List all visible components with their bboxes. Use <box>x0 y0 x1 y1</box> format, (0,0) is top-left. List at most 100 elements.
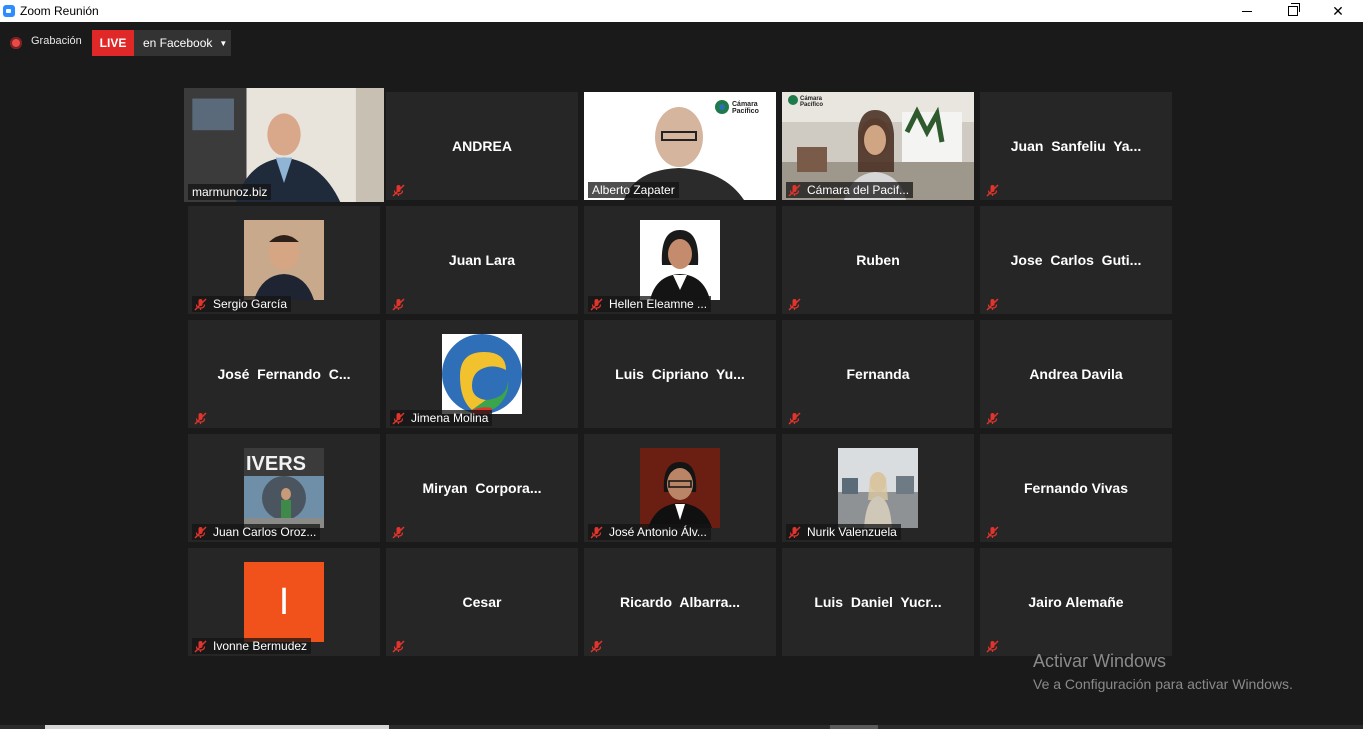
participant-name-label: Hellen Eleamne ... <box>588 296 712 312</box>
mic-muted-icon <box>392 639 405 653</box>
participant-tile[interactable]: ANDREA <box>386 92 578 200</box>
participant-name-center: Fernanda <box>846 366 910 382</box>
participant-tile[interactable]: Miryan Corpora... <box>386 434 578 542</box>
participant-name-center: Juan Lara <box>448 252 516 268</box>
participant-tile[interactable]: Cámara Pacífico Alberto Zapater <box>584 92 776 200</box>
participant-tile[interactable]: Cámara Pacífico Cámara del Pacif... <box>782 92 974 200</box>
participant-name-label <box>984 410 1009 426</box>
participant-tile[interactable]: Fernanda <box>782 320 974 428</box>
scrollbar-thumb[interactable] <box>45 725 389 729</box>
participant-name-center: Jairo Alemañe <box>1028 594 1124 610</box>
participant-tile[interactable]: marmunoz.biz <box>184 88 384 202</box>
minimize-icon <box>1242 10 1252 12</box>
participant-avatar <box>244 220 324 300</box>
participant-name-label: José Antonio Álv... <box>588 524 711 540</box>
recording-bar: Grabación LIVE en Facebook ▼ <box>0 22 1363 64</box>
participant-tile[interactable]: Nurik Valenzuela <box>782 434 974 542</box>
participant-avatar <box>442 334 522 414</box>
participant-name-center: Cesar <box>462 594 502 610</box>
restore-button[interactable] <box>1270 0 1316 22</box>
participant-avatar <box>640 448 720 528</box>
participant-name-label: Nurik Valenzuela <box>786 524 901 540</box>
participant-name-label <box>786 410 811 426</box>
mic-muted-icon <box>788 297 801 311</box>
participant-name: Ivonne Bermudez <box>213 639 308 653</box>
participant-name-label: Sergio García <box>192 296 292 312</box>
restore-icon <box>1288 3 1300 16</box>
participant-avatar <box>640 220 720 300</box>
mic-muted-icon <box>986 297 999 311</box>
participant-tile[interactable]: Jairo Alemañe <box>980 548 1172 656</box>
participant-name-center: Andrea Davila <box>1029 366 1123 382</box>
zoom-icon <box>3 5 15 17</box>
live-destination-dropdown[interactable]: en Facebook ▼ <box>134 30 231 56</box>
participant-name-center: Fernando Vivas <box>1023 480 1128 496</box>
scrollbar-segment[interactable] <box>830 725 878 729</box>
participant-name-center: Miryan Corpora... <box>422 480 542 496</box>
mic-muted-icon <box>788 411 801 425</box>
participant-name: Juan Carlos Oroz... <box>213 525 317 539</box>
svg-text:Pacífico: Pacífico <box>732 108 759 115</box>
window-title: Zoom Reunión <box>20 4 99 18</box>
initial-avatar-letter: I <box>244 562 324 642</box>
participant-name: Jimena Molina <box>411 411 489 425</box>
close-button[interactable]: ✕ <box>1315 0 1361 22</box>
participant-tile[interactable]: Juan Lara <box>386 206 578 314</box>
participant-tile[interactable]: José Fernando C... <box>188 320 380 428</box>
mic-muted-icon <box>392 525 405 539</box>
participant-tile[interactable]: José Antonio Álv... <box>584 434 776 542</box>
svg-text:Cámara: Cámara <box>732 101 758 108</box>
mic-muted-icon <box>986 639 999 653</box>
mic-muted-icon <box>986 183 999 197</box>
participant-name-label <box>390 296 415 312</box>
participant-name: marmunoz.biz <box>192 185 268 199</box>
activation-watermark-title: Activar Windows <box>1033 651 1167 671</box>
participant-tile[interactable]: Ricardo Albarra... <box>584 548 776 656</box>
participant-name-label <box>984 638 1009 654</box>
participant-name-label <box>390 638 415 654</box>
participant-name-label <box>390 524 415 540</box>
participant-name-label: Alberto Zapater <box>588 182 679 198</box>
activation-watermark-subtitle: Ve a Configuración para activar Windows. <box>1033 676 1293 692</box>
participant-tile[interactable]: Luis Daniel Yucr... <box>782 548 974 656</box>
participant-name-label <box>588 638 613 654</box>
window-titlebar: Zoom Reunión ✕ <box>0 0 1363 22</box>
participant-name-center: Ricardo Albarra... <box>619 594 741 610</box>
mic-muted-icon <box>194 525 207 539</box>
participant-tile[interactable]: Luis Cipriano Yu... <box>584 320 776 428</box>
participant-name-label: Cámara del Pacif... <box>786 182 914 198</box>
minimize-button[interactable] <box>1224 0 1270 22</box>
participant-name-label <box>390 182 415 198</box>
participant-tile[interactable]: Hellen Eleamne ... <box>584 206 776 314</box>
mic-muted-icon <box>392 183 405 197</box>
participant-tile[interactable]: Andrea Davila <box>980 320 1172 428</box>
participant-tile[interactable]: IVERS Juan Carlos Oroz... <box>188 434 380 542</box>
participant-tile[interactable]: Jose Carlos Guti... <box>980 206 1172 314</box>
participant-name-center: Jose Carlos Guti... <box>1010 252 1142 268</box>
mic-muted-icon <box>788 183 801 197</box>
svg-text:Pacífico: Pacífico <box>800 102 823 108</box>
recording-label[interactable]: Grabación <box>31 35 82 47</box>
participant-name: Hellen Eleamne ... <box>609 297 708 311</box>
participant-tile[interactable]: Fernando Vivas <box>980 434 1172 542</box>
participant-avatar: IVERS <box>244 448 324 528</box>
mic-muted-icon <box>986 525 999 539</box>
photo-text: IVERS <box>246 453 306 475</box>
participant-tile[interactable]: Jimena Molina <box>386 320 578 428</box>
participant-tile[interactable]: Ruben <box>782 206 974 314</box>
participant-name-label <box>984 524 1009 540</box>
participant-tile[interactable]: Sergio García <box>188 206 380 314</box>
participant-tile[interactable]: Cesar <box>386 548 578 656</box>
participant-tile[interactable]: Juan Sanfeliu Ya... <box>980 92 1172 200</box>
mic-muted-icon <box>590 525 603 539</box>
chevron-down-icon: ▼ <box>219 38 228 48</box>
participant-name: Sergio García <box>213 297 288 311</box>
participant-name-label <box>984 296 1009 312</box>
participant-name-center: Luis Daniel Yucr... <box>814 594 942 610</box>
participant-name-center: Ruben <box>856 252 900 268</box>
participant-name-center: ANDREA <box>452 138 512 154</box>
mic-muted-icon <box>986 411 999 425</box>
record-icon[interactable] <box>10 37 22 49</box>
participant-tile[interactable]: I Ivonne Bermudez <box>188 548 380 656</box>
mic-muted-icon <box>194 639 207 653</box>
